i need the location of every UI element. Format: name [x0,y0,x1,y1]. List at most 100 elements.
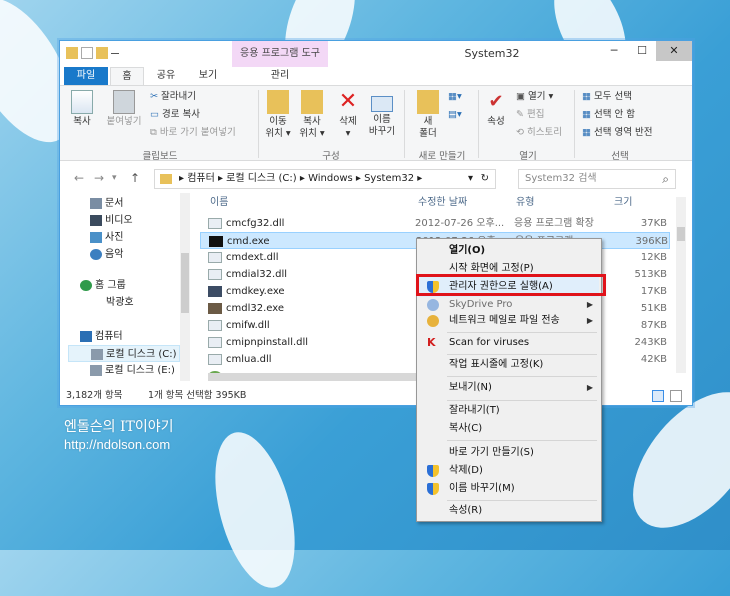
address-row: ← → ▾ ↑ ▸ 컴퓨터 ▸ 로컬 디스크 (C:) ▸ Windows ▸ … [60,167,692,191]
rename-button[interactable]: 이름 바꾸기 [366,90,398,138]
column-header-size[interactable]: 크기 [614,193,632,213]
file-row[interactable]: cmcfg32.dll 2012-07-26 오후... 응용 프로그램 확장 37K… [200,215,670,232]
menu-item-send-to[interactable]: 보내기(N) ▶ [419,378,599,398]
nav-item-local-disk-e[interactable]: 로컬 디스크 (E:) [90,362,175,379]
menu-separator [447,440,597,441]
group-divider [478,90,479,158]
tab-file[interactable]: 파일 [64,67,108,85]
recent-dropdown-button[interactable]: ▾ [112,173,117,183]
nav-item-videos[interactable]: 비디오 [90,212,133,229]
path-icon: ▭ [150,109,162,120]
easy-access-icon: ▤▾ [448,109,462,120]
music-icon [90,248,102,260]
menu-item-copy[interactable]: 복사(C) [419,419,599,439]
menu-item-send-network-mail[interactable]: 네트워크 메일로 파일 전송 ▶ [419,311,599,331]
select-all-icon: ▦ [582,91,594,102]
nav-item-user[interactable]: 박광호 [106,294,134,311]
dll-file-icon [208,354,222,365]
new-item-button[interactable]: ▦▾ [448,90,462,104]
scrollbar-thumb[interactable] [677,227,685,241]
window-title: System32 [464,47,520,60]
file-list-scrollbar[interactable] [676,197,686,373]
nav-item-homegroup[interactable]: 홈 그룹 [80,277,126,294]
refresh-button[interactable]: ↻ [481,170,489,188]
select-all-button[interactable]: ▦ 모두 선택 [582,90,632,104]
ribbon: 복사 붙여넣기 ✂ 잘라내기 ▭ 경로 복사 ⧉ 바로 가기 붙여넣기 클립보드… [60,85,692,162]
tab-share[interactable]: 공유 [146,67,186,85]
move-to-icon [267,90,289,114]
highlight-box [416,274,606,296]
edit-icon: ✎ [516,109,527,120]
group-divider [404,90,405,158]
tab-view[interactable]: 보기 [188,67,228,85]
breadcrumb[interactable]: ▸ 컴퓨터 ▸ 로컬 디스크 (C:) ▸ Windows ▸ System32… [179,173,422,184]
group-label-open: 열기 [519,151,537,162]
paste-button[interactable]: 붙여넣기 [104,90,144,128]
copy-button[interactable]: 복사 [66,90,98,128]
paste-shortcut-button[interactable]: ⧉ 바로 가기 붙여넣기 [150,126,236,140]
selection-info: 1개 항목 선택함 395KB [148,390,247,401]
nav-item-local-disk-c[interactable]: 로컬 디스크 (C:) [68,345,180,362]
details-view-icon[interactable] [652,390,664,402]
menu-item-properties[interactable]: 속성(R) [419,501,599,521]
properties-icon[interactable] [81,47,93,59]
open-icon: ▣ [516,91,528,102]
dll-file-icon [208,337,222,348]
minimize-button[interactable]: ─ [600,41,628,61]
column-header-type[interactable]: 유형 [516,193,534,213]
close-button[interactable]: ✕ [656,41,692,61]
cut-button[interactable]: ✂ 잘라내기 [150,90,196,104]
customize-dropdown-icon[interactable] [111,53,119,57]
tab-home[interactable]: 홈 [110,67,144,85]
menu-item-rename[interactable]: 이름 바꾸기(M) [419,479,599,499]
address-dropdown-icon[interactable]: ▾ [468,170,473,188]
delete-x-icon: ✕ [338,89,358,114]
tab-manage[interactable]: 관리 [232,67,328,85]
back-button[interactable]: ← [74,171,84,185]
menu-item-delete[interactable]: 삭제(D) [419,461,599,481]
invert-selection-button[interactable]: ▦ 선택 영역 반전 [582,126,652,140]
network-mail-icon [427,315,439,327]
menu-item-create-shortcut[interactable]: 바로 가기 만들기(S) [419,443,599,463]
properties-button[interactable]: ✔ 속성 [480,90,512,128]
menu-item-open[interactable]: 열기(O) [419,241,599,261]
nav-item-documents[interactable]: 문서 [90,195,123,212]
antivirus-icon: K [427,336,436,349]
menu-item-cut[interactable]: 잘라내기(T) [419,401,599,421]
watermark: 엔돌슨의 IT이야기 http://ndolson.com [64,418,173,454]
history-button[interactable]: ⟲ 히스토리 [516,126,562,140]
nav-item-pictures[interactable]: 사진 [90,229,123,246]
desktop-petal [200,423,310,596]
nav-item-music[interactable]: 음악 [90,246,123,263]
move-to-button[interactable]: 이동 위치 ▾ [262,90,294,140]
edit-button[interactable]: ✎ 편집 [516,108,544,122]
forward-button[interactable]: → [94,171,104,185]
exe-file-icon [208,286,222,297]
maximize-button[interactable]: ☐ [628,41,656,61]
nav-item-computer[interactable]: 컴퓨터 [80,328,123,345]
select-none-icon: ▦ [582,109,594,120]
scrollbar-thumb[interactable] [181,253,189,313]
copy-path-button[interactable]: ▭ 경로 복사 [150,108,200,122]
history-icon: ⟲ [516,127,527,138]
delete-button[interactable]: ✕ 삭제 ▾ [332,90,364,140]
column-header-name[interactable]: 이름 [210,193,228,213]
easy-access-button[interactable]: ▤▾ [448,108,462,122]
large-icons-view-icon[interactable] [670,390,682,402]
menu-item-scan-for-viruses[interactable]: K Scan for viruses [419,333,599,353]
open-button[interactable]: ▣ 열기 ▾ [516,90,553,104]
search-input[interactable]: System32 검색 ⌕ [518,169,676,189]
dll-file-icon [208,218,222,229]
folder-icon[interactable] [66,47,78,59]
nav-pane-scrollbar[interactable] [180,193,190,381]
up-button[interactable]: ↑ [130,171,140,185]
select-none-button[interactable]: ▦ 선택 안 함 [582,108,635,122]
menu-item-pin-to-taskbar[interactable]: 작업 표시줄에 고정(K) [419,355,599,375]
address-bar[interactable]: ▸ 컴퓨터 ▸ 로컬 디스크 (C:) ▸ Windows ▸ System32… [154,169,496,189]
group-label-clipboard: 클립보드 [142,151,178,162]
column-header-date[interactable]: 수정한 날짜 [418,193,467,213]
copy-to-button[interactable]: 복사 위치 ▾ [296,90,328,140]
new-folder-icon[interactable] [96,47,108,59]
new-folder-button[interactable]: 새 폴더 [412,90,444,140]
uac-shield-icon [427,465,439,477]
